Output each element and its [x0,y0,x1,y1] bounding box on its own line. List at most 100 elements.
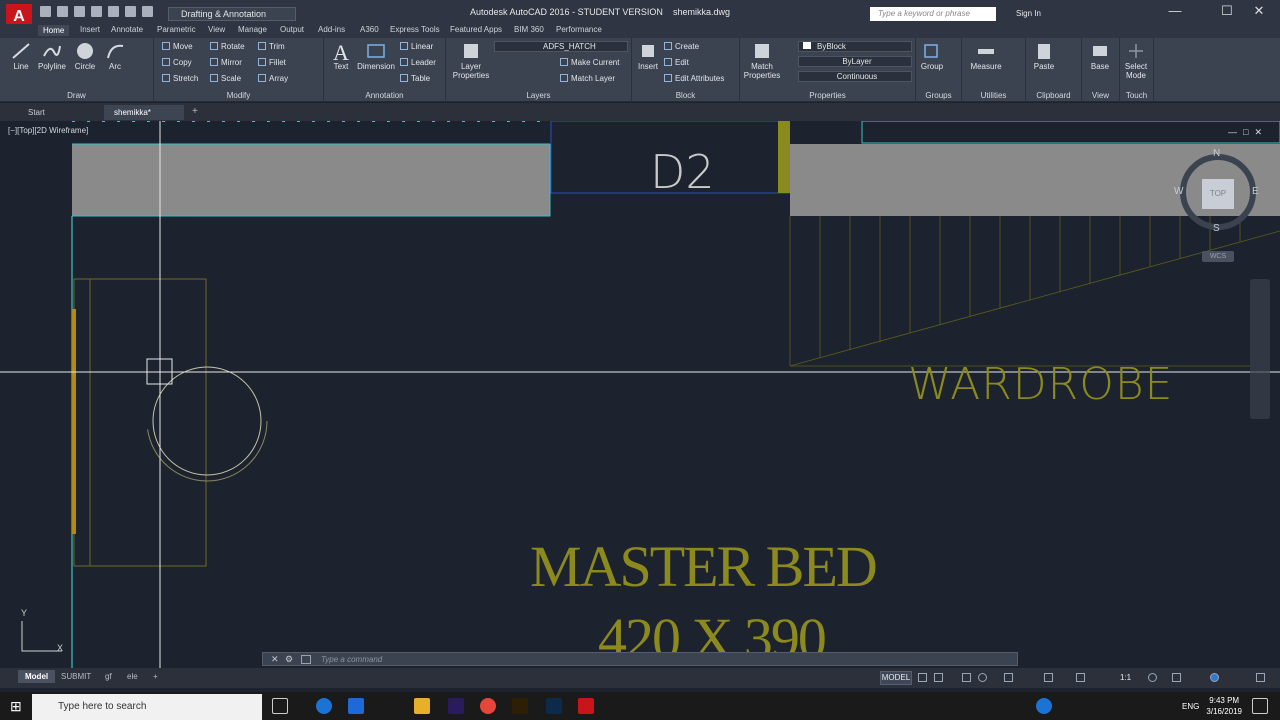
compass-north[interactable]: N [1213,148,1220,159]
osnap-icon[interactable] [1004,673,1013,682]
stretch-button[interactable]: Stretch [162,74,198,83]
compass-west[interactable]: W [1174,186,1183,197]
after-effects-icon[interactable] [448,698,464,714]
tab-addins[interactable]: Add-ins [318,25,345,34]
save-icon[interactable] [74,6,85,17]
tab-model[interactable]: Model [18,670,56,683]
rotate-button[interactable]: Rotate [210,42,245,51]
viewcube-top-face[interactable]: TOP [1202,179,1234,209]
workspace-gear-icon[interactable] [1148,673,1157,682]
minimize-icon[interactable]: — [1160,2,1190,20]
polar-icon[interactable] [978,673,987,682]
sign-in-button[interactable]: Sign In [1016,9,1041,18]
groups-panel-label[interactable]: Groups [916,91,961,100]
maximize-icon[interactable]: ☐ [1212,2,1242,20]
add-icon[interactable] [1172,673,1181,682]
paste-button[interactable]: Paste [1030,42,1058,71]
drawing-viewport[interactable]: [−][Top][2D Wireframe] —□✕ D2 WARDROBE M… [0,121,1280,670]
make-current-button[interactable]: Make Current [560,58,619,67]
compass-east[interactable]: E [1252,186,1259,197]
tab-shemikka[interactable]: shemikka* [104,105,184,120]
tab-express-tools[interactable]: Express Tools [390,25,440,34]
file-explorer-icon[interactable] [414,698,430,714]
draw-panel-label[interactable]: Draw [0,91,153,100]
tab-gf[interactable]: gf [98,670,119,683]
redo-icon[interactable] [142,6,153,17]
linear-button[interactable]: Linear [400,42,433,51]
array-button[interactable]: Array [258,74,288,83]
viewport-controls-label[interactable]: [−][Top][2D Wireframe] [8,126,88,135]
arc-button[interactable]: Arc [102,42,128,71]
photoshop-icon[interactable] [546,698,562,714]
group-button[interactable]: Group [918,42,946,71]
tab-submit[interactable]: SUBMIT [54,670,98,683]
close-icon[interactable]: ✕ [1244,2,1274,20]
move-button[interactable]: Move [162,42,193,51]
copy-button[interactable]: Copy [162,58,192,67]
match-properties-button[interactable]: Match Properties [742,42,782,80]
tab-view[interactable]: View [208,25,225,34]
task-view-icon[interactable] [272,698,288,714]
tab-bim360[interactable]: BIM 360 [514,25,544,34]
compass-south[interactable]: S [1213,223,1220,234]
saveas-icon[interactable] [91,6,102,17]
command-close-icon[interactable]: ✕ [271,654,279,665]
create-button[interactable]: Create [664,42,699,51]
tab-ele[interactable]: ele [120,670,145,683]
utilities-panel-label[interactable]: Utilities [962,91,1025,100]
tab-start[interactable]: Start [18,105,102,120]
tab-annotate[interactable]: Annotate [111,25,143,34]
media-player-icon[interactable] [348,698,364,714]
undo-icon[interactable] [125,6,136,17]
dimension-button[interactable]: Dimension [354,42,398,71]
add-layout-icon[interactable]: + [146,670,165,683]
edge-icon[interactable] [316,698,332,714]
text-button[interactable]: A Text [328,40,354,71]
color-dropdown[interactable]: ByBlock [798,41,912,52]
command-history-icon[interactable] [301,655,311,664]
view-panel-label[interactable]: View [1082,91,1119,100]
fillet-button[interactable]: Fillet [258,58,286,67]
illustrator-icon[interactable] [512,698,528,714]
print-icon[interactable] [108,6,119,17]
select-mode-button[interactable]: Select Mode [1120,42,1152,80]
tab-a360[interactable]: A360 [360,25,379,34]
wcs-menu[interactable]: WCS [1202,251,1234,262]
notifications-icon[interactable] [1252,698,1268,714]
mirror-button[interactable]: Mirror [210,58,242,67]
polyline-button[interactable]: Polyline [36,42,68,71]
new-tab-icon[interactable]: + [192,106,198,117]
annotation-panel-label[interactable]: Annotation [324,91,445,100]
model-space-button[interactable]: MODEL [880,671,912,685]
customize-icon[interactable] [1256,673,1265,682]
measure-button[interactable]: Measure [966,42,1006,71]
help-tray-icon[interactable] [1036,698,1052,714]
clipboard-panel-label[interactable]: Clipboard [1026,91,1081,100]
help-search-input[interactable]: Type a keyword or phrase [870,7,996,21]
snap-icon[interactable] [934,673,943,682]
block-panel-label[interactable]: Block [632,91,739,100]
windows-start-icon[interactable]: ⊞ [10,698,22,715]
command-input[interactable]: Type a command [321,655,382,664]
base-button[interactable]: Base [1086,42,1114,71]
layer-properties-button[interactable]: Layer Properties [450,42,492,80]
touch-panel-label[interactable]: Touch [1120,91,1153,100]
autocad-taskbar-icon[interactable] [578,698,594,714]
scale-button[interactable]: Scale [210,74,241,83]
ortho-icon[interactable] [962,673,971,682]
taskbar-clock[interactable]: 9:43 PM 3/16/2019 [1206,695,1242,717]
tab-insert[interactable]: Insert [80,25,100,34]
circle-button[interactable]: Circle [70,42,100,71]
tab-output[interactable]: Output [280,25,304,34]
layers-panel-label[interactable]: Layers [446,91,631,100]
table-button[interactable]: Table [400,74,430,83]
navigation-bar[interactable] [1250,279,1270,419]
edit-attributes-button[interactable]: Edit Attributes [664,74,724,83]
properties-panel-label[interactable]: Properties [740,91,915,100]
linetype-dropdown[interactable]: ByLayer [798,56,912,67]
annotation-scale[interactable]: 1:1 [1120,673,1131,682]
new-icon[interactable] [40,6,51,17]
isolate-icon[interactable] [1210,673,1219,682]
tab-featured-apps[interactable]: Featured Apps [450,25,502,34]
viewport-window-controls[interactable]: —□✕ [1228,127,1268,138]
